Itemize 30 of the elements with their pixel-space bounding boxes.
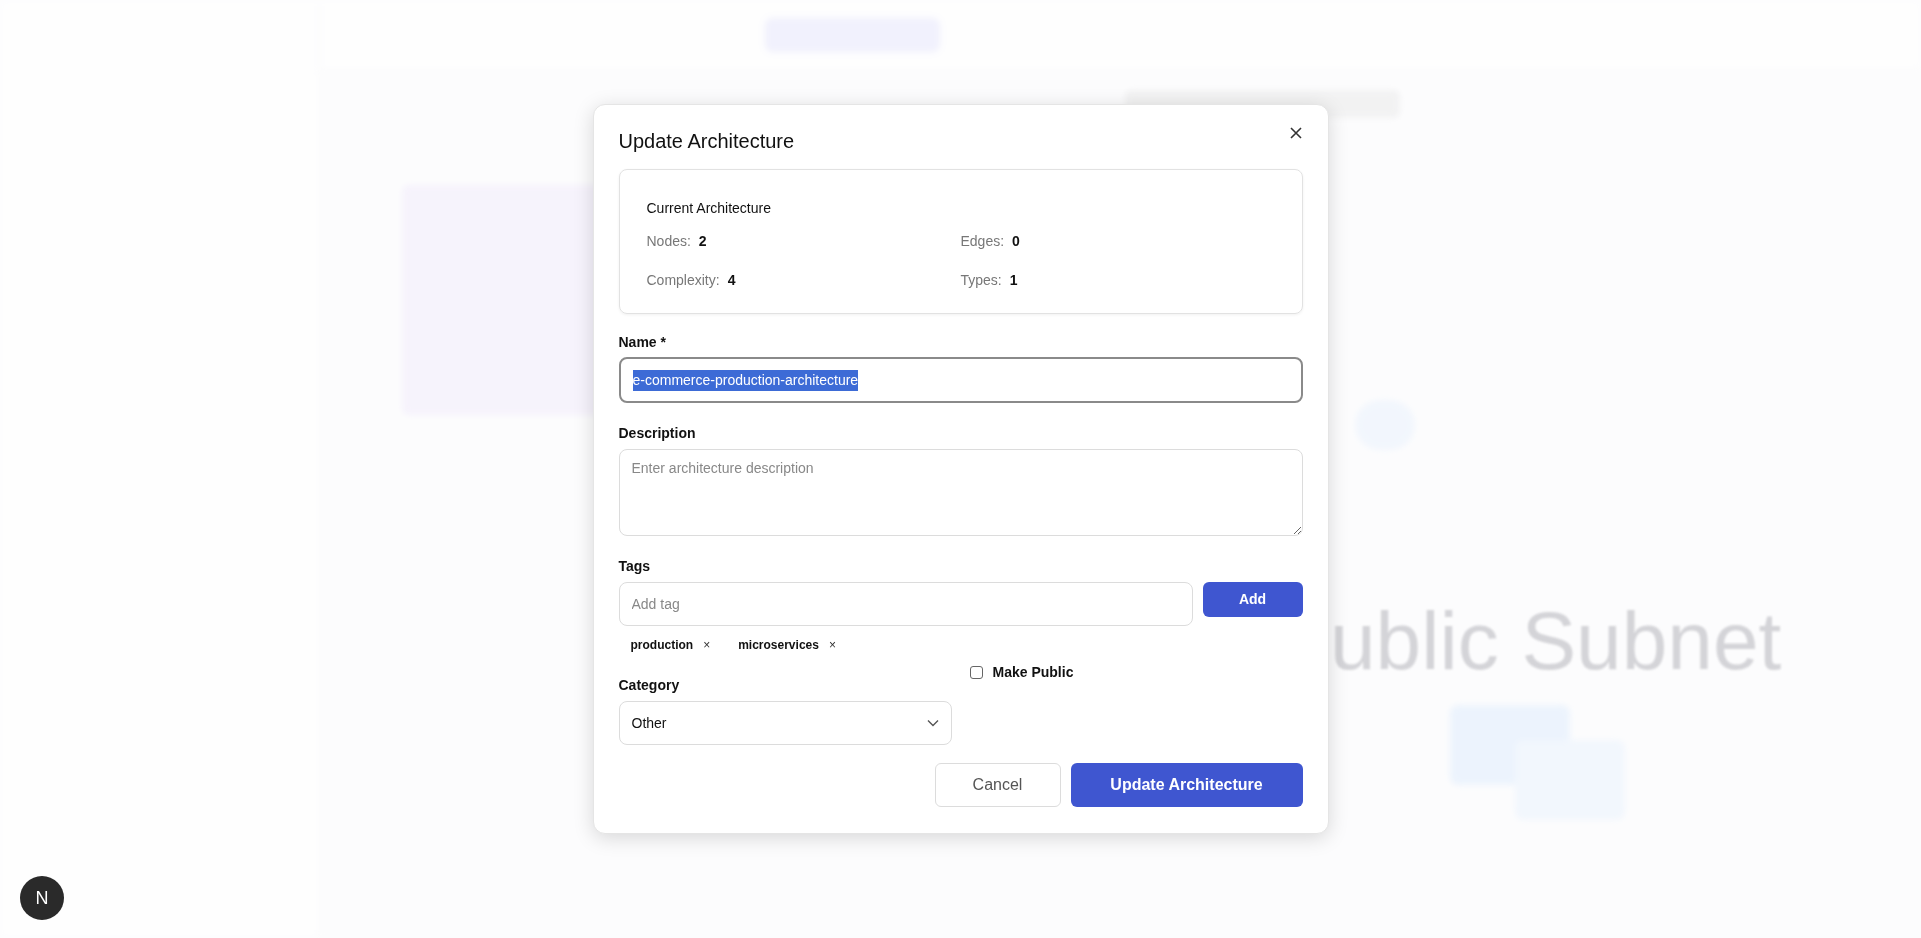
description-field[interactable]: Enter architecture description [618, 449, 1303, 536]
tag-label: microservices [738, 637, 819, 654]
summary-title: Current Architecture [646, 199, 772, 218]
logo-badge[interactable]: N [20, 876, 64, 920]
dialog-title: Update Architecture [618, 129, 795, 154]
category-select[interactable]: Other [618, 701, 952, 745]
cancel-button[interactable]: Cancel [934, 763, 1061, 807]
remove-tag-button[interactable]: × [703, 636, 711, 654]
field-label: Tags [618, 557, 652, 576]
field-value: e-commerce-production-architecture [632, 369, 859, 391]
field-label: Name * [618, 333, 667, 352]
tag-label: production [630, 637, 694, 654]
field-label: Description [618, 424, 697, 443]
stat-value: 0 [1012, 232, 1020, 251]
stat-value: 2 [698, 232, 707, 251]
name-field[interactable]: e-commerce-production-architecture [618, 357, 1303, 403]
stat-value: 4 [727, 271, 736, 290]
remove-tag-button[interactable]: × [828, 636, 836, 654]
tag-field[interactable]: Add tag [618, 582, 1193, 626]
add-button[interactable]: Add [1202, 582, 1303, 617]
stat-label: Complexity: [646, 271, 720, 290]
stat-value: 1 [1009, 271, 1018, 290]
chevron-down-icon [926, 719, 939, 727]
checkbox-label: Make Public [992, 663, 1074, 682]
stat-label: Types: [960, 271, 1002, 290]
stat-label: Nodes: [646, 232, 691, 251]
update-button[interactable]: Update Architecture [1070, 763, 1303, 807]
make-public-checkbox[interactable] [969, 666, 983, 679]
field-label: Category [618, 676, 681, 695]
stat-label: Edges: [960, 232, 1005, 251]
